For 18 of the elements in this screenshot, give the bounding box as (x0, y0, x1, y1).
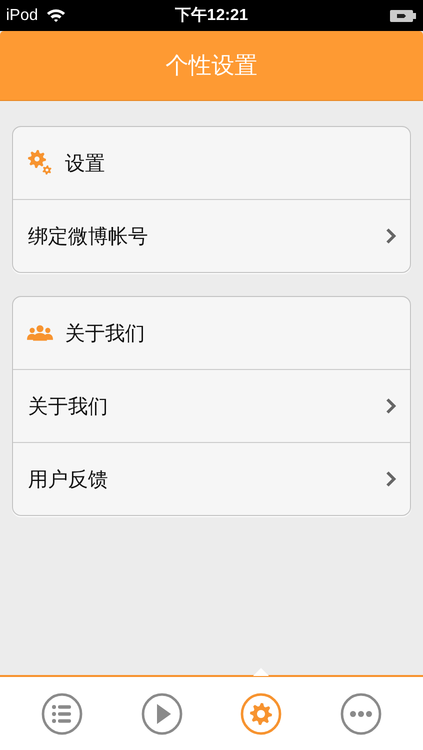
more-icon (340, 692, 382, 734)
list-icon (40, 692, 83, 734)
settings-row[interactable]: 关于我们 (13, 369, 410, 442)
section-title: 关于我们 (65, 320, 145, 346)
page-title: 个性设置 (166, 52, 258, 81)
wifi-icon (46, 8, 66, 23)
carrier-label: iPod (6, 6, 38, 24)
clock-time: 下午12:21 (175, 6, 248, 26)
chevron-icon (386, 398, 396, 414)
settings-icon (240, 692, 282, 734)
chevron-icon (386, 471, 396, 487)
gears-icon (27, 150, 53, 176)
chevron-icon (386, 228, 396, 244)
play-icon (140, 692, 183, 734)
battery-icon (389, 8, 417, 22)
settings-row[interactable]: 绑定微博帐号 (13, 199, 410, 272)
settings-row[interactable]: 用户反馈 (13, 442, 410, 515)
section-title: 设置 (65, 150, 105, 176)
